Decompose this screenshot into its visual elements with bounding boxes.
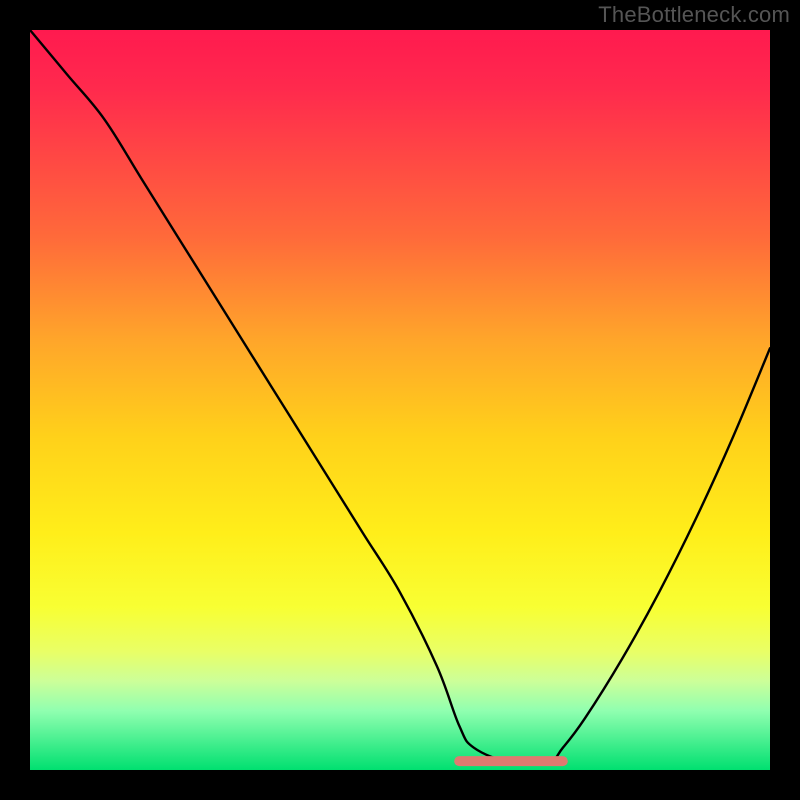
chart-frame: TheBottleneck.com: [0, 0, 800, 800]
curve-svg: [30, 30, 770, 770]
plot-area: [30, 30, 770, 770]
bottleneck-curve: [30, 30, 770, 765]
watermark-text: TheBottleneck.com: [598, 2, 790, 28]
